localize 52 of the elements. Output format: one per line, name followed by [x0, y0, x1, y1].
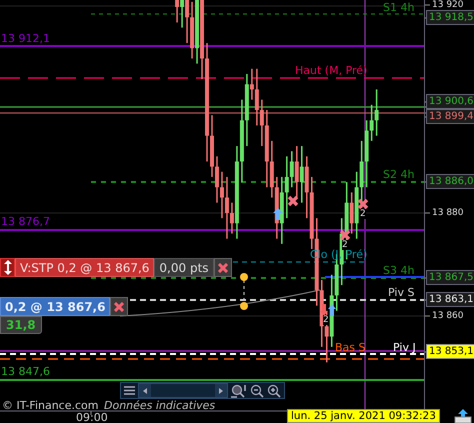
left-arrow-icon [143, 388, 147, 394]
crosshair-datetime-label: lun. 25 janv. 2021 09:32:23 [287, 409, 440, 423]
zoom-fit-icon[interactable] [231, 384, 247, 398]
level-label: Piv S [388, 286, 414, 299]
axis-label: 13 880 [432, 208, 464, 218]
level-label: S3 4h [383, 264, 414, 277]
scrollbar[interactable] [138, 383, 228, 398]
price-tag: 13 886,0 [426, 174, 474, 189]
scroll-right-button[interactable] [215, 384, 227, 397]
count-label: 2 [360, 209, 366, 219]
menu-icon[interactable] [124, 386, 135, 395]
count-label: 2 [342, 240, 348, 250]
price-tag: 13 853,1 [426, 344, 474, 359]
points-label: 0,00 pts [154, 258, 214, 277]
close-icon [218, 262, 228, 272]
zoom-in-icon[interactable] [267, 384, 281, 398]
arrow-keyboard-icon[interactable] [454, 409, 472, 423]
time-axis-label: 09:00 [76, 411, 108, 423]
handle-dot[interactable] [240, 273, 248, 281]
price-tag: 13 918,5 [426, 10, 474, 25]
zoom-out-icon[interactable] [250, 384, 264, 398]
level-label: 13 847,6 [1, 365, 50, 378]
disclaimer-text: Données indicatives [104, 399, 216, 412]
stop-order-label[interactable]: V:STP 0,2 @ 13 867,6 [15, 258, 154, 277]
level-label: Piv J [393, 341, 416, 354]
scroll-left-button[interactable] [139, 384, 151, 397]
position-label[interactable]: 0,2 @ 13 867,6 [0, 297, 110, 316]
profit-label: 31,8 [0, 316, 42, 334]
up-down-arrow-icon [4, 260, 12, 275]
level-label: S2 4h [383, 168, 414, 181]
price-tag: 13 867,5 [426, 270, 474, 285]
axis-label: 13 920 [432, 0, 464, 10]
level-label: S1 4h [383, 1, 414, 14]
right-arrow-icon [219, 388, 223, 394]
price-tag: 13 863,1 [426, 292, 474, 307]
handle-dot[interactable] [240, 302, 248, 310]
drag-handle[interactable] [0, 258, 15, 277]
close-icon [114, 302, 124, 312]
cross-mark-icon [357, 198, 369, 210]
count-label: 2 [323, 315, 329, 325]
level-label: 13 876,7 [1, 215, 50, 228]
close-button[interactable] [214, 258, 232, 277]
down-up-arrows-icon [320, 304, 336, 316]
up-arrow-icon [273, 208, 283, 220]
cross-mark-icon [339, 229, 351, 241]
copyright-text: © IT-Finance.com [2, 399, 98, 412]
level-label: 13 912,1 [1, 32, 50, 45]
price-tag: 13 900,6 [426, 94, 474, 109]
cross-mark-icon [287, 195, 299, 207]
close-button[interactable] [110, 297, 128, 316]
price-tag: 13 899,4 [426, 109, 474, 124]
axis-label: 13 860 [432, 310, 464, 321]
